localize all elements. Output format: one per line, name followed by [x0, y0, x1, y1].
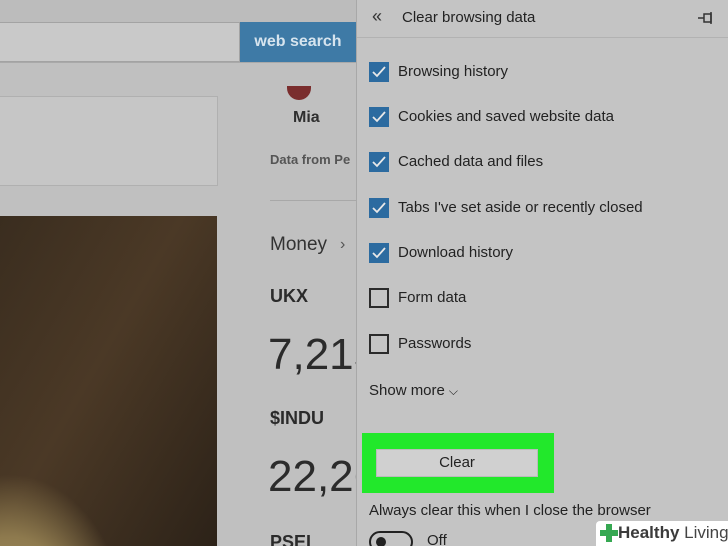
- toggle-state-label: Off: [427, 532, 447, 546]
- checkbox-unchecked[interactable]: [369, 288, 389, 308]
- data-source-text: Data from Pe: [270, 152, 351, 167]
- search-input[interactable]: [0, 22, 240, 62]
- clear-option-label: Form data: [398, 289, 467, 306]
- show-more-link[interactable]: Show more ⌵: [369, 382, 458, 399]
- clear-option-row[interactable]: Browsing history: [369, 61, 699, 85]
- checkmark-icon: [372, 202, 386, 214]
- checkbox-unchecked[interactable]: [369, 334, 389, 354]
- cross-logo-icon: [600, 524, 618, 542]
- checkbox-checked[interactable]: [369, 107, 389, 127]
- clear-option-row[interactable]: Cookies and saved website data: [369, 106, 699, 130]
- toggle-knob: [376, 537, 386, 546]
- clear-option-label: Tabs I've set aside or recently closed: [398, 199, 643, 216]
- news-card[interactable]: [0, 96, 218, 186]
- clear-option-row[interactable]: Form data: [369, 287, 699, 311]
- checkbox-checked[interactable]: [369, 243, 389, 263]
- chevron-right-icon[interactable]: ›: [340, 236, 345, 254]
- chevron-down-icon: ⌵: [448, 384, 458, 398]
- money-link[interactable]: Money: [270, 234, 327, 256]
- ticker-symbol: $INDU: [270, 408, 325, 428]
- checkbox-checked[interactable]: [369, 198, 389, 218]
- news-photo[interactable]: [0, 216, 217, 546]
- checkmark-icon: [372, 111, 386, 123]
- checkmark-icon: [372, 247, 386, 259]
- watermark-brand-bold: Healthy: [618, 523, 680, 542]
- clear-option-row[interactable]: Download history: [369, 242, 699, 266]
- panel-header: « Clear browsing data: [357, 0, 728, 38]
- always-clear-toggle[interactable]: [369, 531, 413, 546]
- clear-option-label: Cookies and saved website data: [398, 108, 614, 125]
- checkmark-icon: [372, 156, 386, 168]
- watermark-brand-light: Living: [684, 523, 728, 542]
- checkbox-checked[interactable]: [369, 62, 389, 82]
- clear-button[interactable]: Clear: [376, 449, 538, 477]
- profile-name[interactable]: Mia: [293, 109, 320, 127]
- clear-option-label: Passwords: [398, 335, 472, 352]
- healthy-living-watermark: Healthy Living: [596, 521, 728, 546]
- checkmark-icon: [372, 66, 386, 78]
- web-search-button[interactable]: web search: [240, 22, 356, 62]
- clear-option-label: Cached data and files: [398, 153, 544, 170]
- pin-icon[interactable]: [697, 10, 715, 26]
- show-more-label: Show more: [369, 382, 445, 399]
- ticker-symbol: PSEI: [270, 532, 312, 546]
- clear-option-row[interactable]: Cached data and files: [369, 151, 699, 175]
- clear-browsing-data-panel: « Clear browsing data Browsing history Co…: [356, 0, 728, 546]
- always-clear-label: Always clear this when I close the brows…: [369, 502, 651, 519]
- clear-option-row[interactable]: Tabs I've set aside or recently closed: [369, 197, 699, 221]
- ticker-symbol: UKX: [270, 286, 309, 306]
- avatar: [287, 86, 311, 100]
- clear-option-row[interactable]: Passwords: [369, 333, 699, 357]
- clear-option-label: Browsing history: [398, 63, 509, 80]
- checkbox-checked[interactable]: [369, 152, 389, 172]
- panel-title: Clear browsing data: [402, 9, 536, 26]
- clear-option-label: Download history: [398, 244, 514, 261]
- divider: [270, 200, 356, 201]
- back-chevron-icon[interactable]: «: [372, 6, 382, 27]
